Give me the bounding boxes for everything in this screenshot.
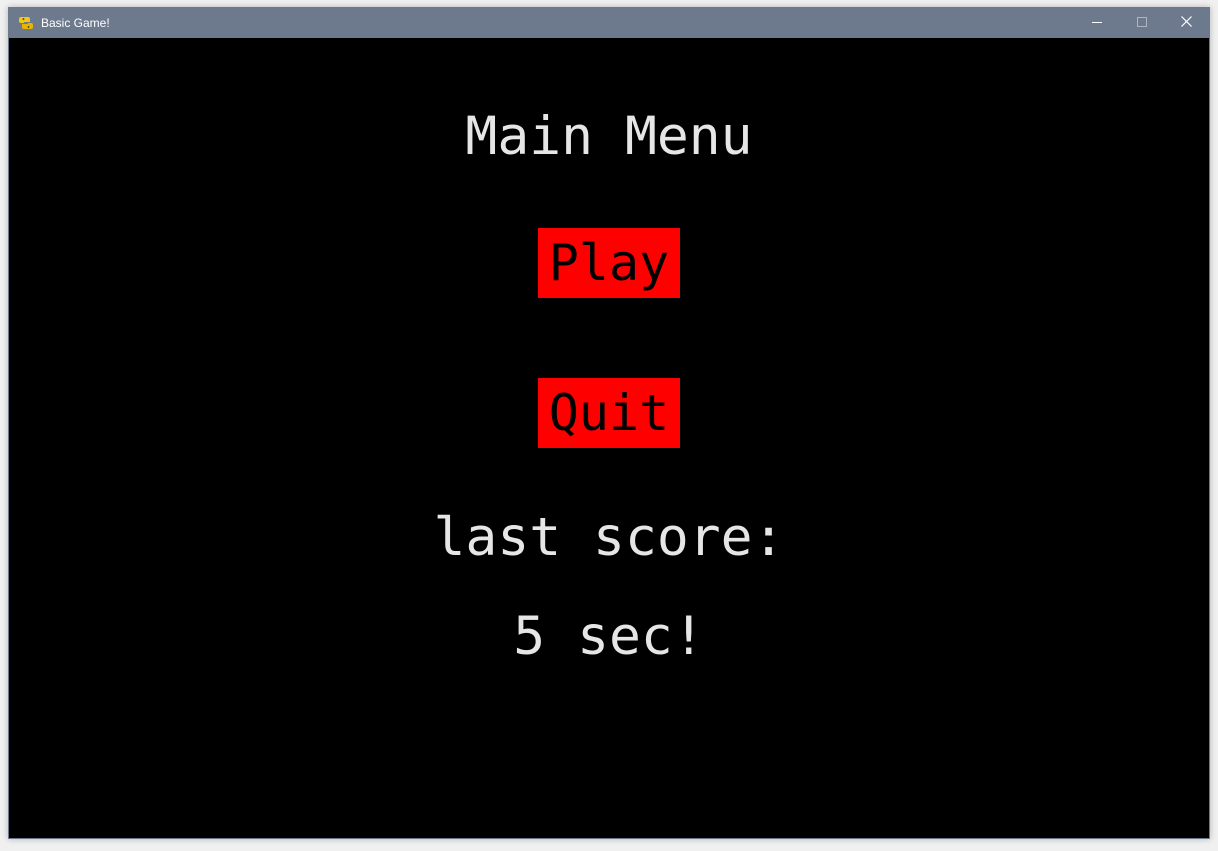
main-menu-heading: Main Menu bbox=[465, 106, 753, 167]
game-canvas[interactable]: Main Menu Play Quit last score: 5 sec! bbox=[9, 38, 1209, 838]
minimize-icon bbox=[1091, 14, 1102, 32]
last-score-label: last score: bbox=[433, 507, 785, 568]
close-button[interactable] bbox=[1164, 8, 1209, 38]
window-controls bbox=[1074, 8, 1209, 38]
last-score-value: 5 sec! bbox=[513, 606, 705, 667]
title-bar[interactable]: Basic Game! bbox=[9, 8, 1209, 38]
python-snake-icon bbox=[18, 15, 34, 31]
quit-button-label: Quit bbox=[548, 384, 670, 442]
window-title: Basic Game! bbox=[41, 16, 110, 30]
quit-button[interactable]: Quit bbox=[538, 378, 680, 448]
play-button-label: Play bbox=[548, 234, 670, 292]
game-window: Basic Game! Main Menu Play Quit last sco… bbox=[8, 7, 1210, 839]
play-button[interactable]: Play bbox=[538, 228, 680, 298]
maximize-button[interactable] bbox=[1119, 8, 1164, 38]
maximize-icon bbox=[1136, 14, 1147, 32]
minimize-button[interactable] bbox=[1074, 8, 1119, 38]
close-icon bbox=[1181, 14, 1192, 32]
